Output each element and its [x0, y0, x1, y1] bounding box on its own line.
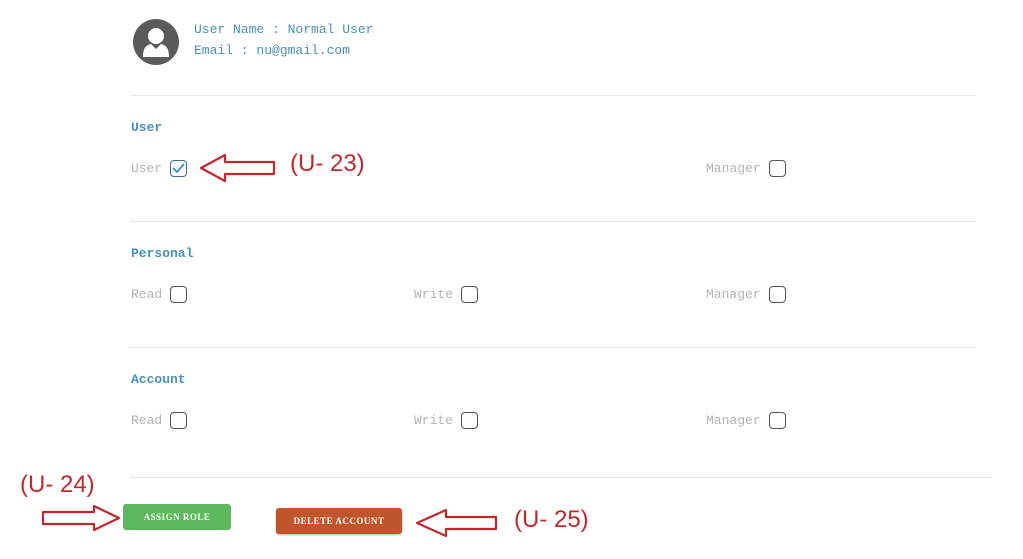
checkbox-account-write[interactable]	[461, 412, 479, 429]
permission-account-write[interactable]: Write	[414, 412, 479, 429]
divider	[130, 95, 976, 96]
arrow-right-icon	[41, 504, 121, 532]
arrow-left-icon	[199, 153, 276, 183]
annotation-u23: (U- 23)	[290, 150, 365, 177]
permission-label: Read	[131, 413, 163, 428]
checkmark-icon	[172, 163, 185, 173]
permission-user-user[interactable]: User	[131, 160, 188, 177]
section-title-user: User	[131, 120, 163, 135]
section-title-account: Account	[131, 372, 186, 387]
permission-label: Write	[414, 287, 454, 302]
user-email-line: Email : nu@gmail.com	[194, 43, 351, 58]
user-avatar-icon	[133, 19, 179, 65]
permission-account-read[interactable]: Read	[131, 412, 188, 429]
checkbox-personal-write[interactable]	[461, 286, 479, 303]
annotation-u25: (U- 25)	[514, 506, 589, 533]
permission-label: Manager	[706, 287, 761, 302]
checkbox-account-read[interactable]	[170, 412, 188, 429]
permission-label: Manager	[706, 161, 761, 176]
permission-label: User	[131, 161, 163, 176]
permission-personal-write[interactable]: Write	[414, 286, 479, 303]
checkbox-personal-manager[interactable]	[768, 286, 786, 303]
delete-account-button[interactable]: DELETE ACCOUNT	[276, 508, 402, 534]
section-title-personal: Personal	[131, 246, 194, 261]
checkbox-account-manager[interactable]	[768, 412, 786, 429]
permission-user-manager[interactable]: Manager	[706, 160, 786, 177]
checkbox-user-manager[interactable]	[768, 160, 786, 177]
annotation-u24: (U- 24)	[20, 471, 95, 498]
permission-personal-manager[interactable]: Manager	[706, 286, 786, 303]
user-name-line: User Name : Normal User	[194, 22, 374, 37]
permission-account-manager[interactable]: Manager	[706, 412, 786, 429]
checkbox-user-user[interactable]	[170, 160, 188, 177]
permission-label: Manager	[706, 413, 761, 428]
divider	[130, 347, 976, 348]
divider	[130, 477, 991, 478]
permission-label: Read	[131, 287, 163, 302]
permission-personal-read[interactable]: Read	[131, 286, 188, 303]
user-info: User Name : Normal User Email : nu@gmail…	[194, 19, 373, 61]
arrow-left-icon	[415, 508, 498, 538]
divider	[130, 221, 976, 222]
assign-role-button[interactable]: ASSIGN ROLE	[123, 504, 231, 530]
checkbox-personal-read[interactable]	[170, 286, 188, 303]
permission-label: Write	[414, 413, 454, 428]
